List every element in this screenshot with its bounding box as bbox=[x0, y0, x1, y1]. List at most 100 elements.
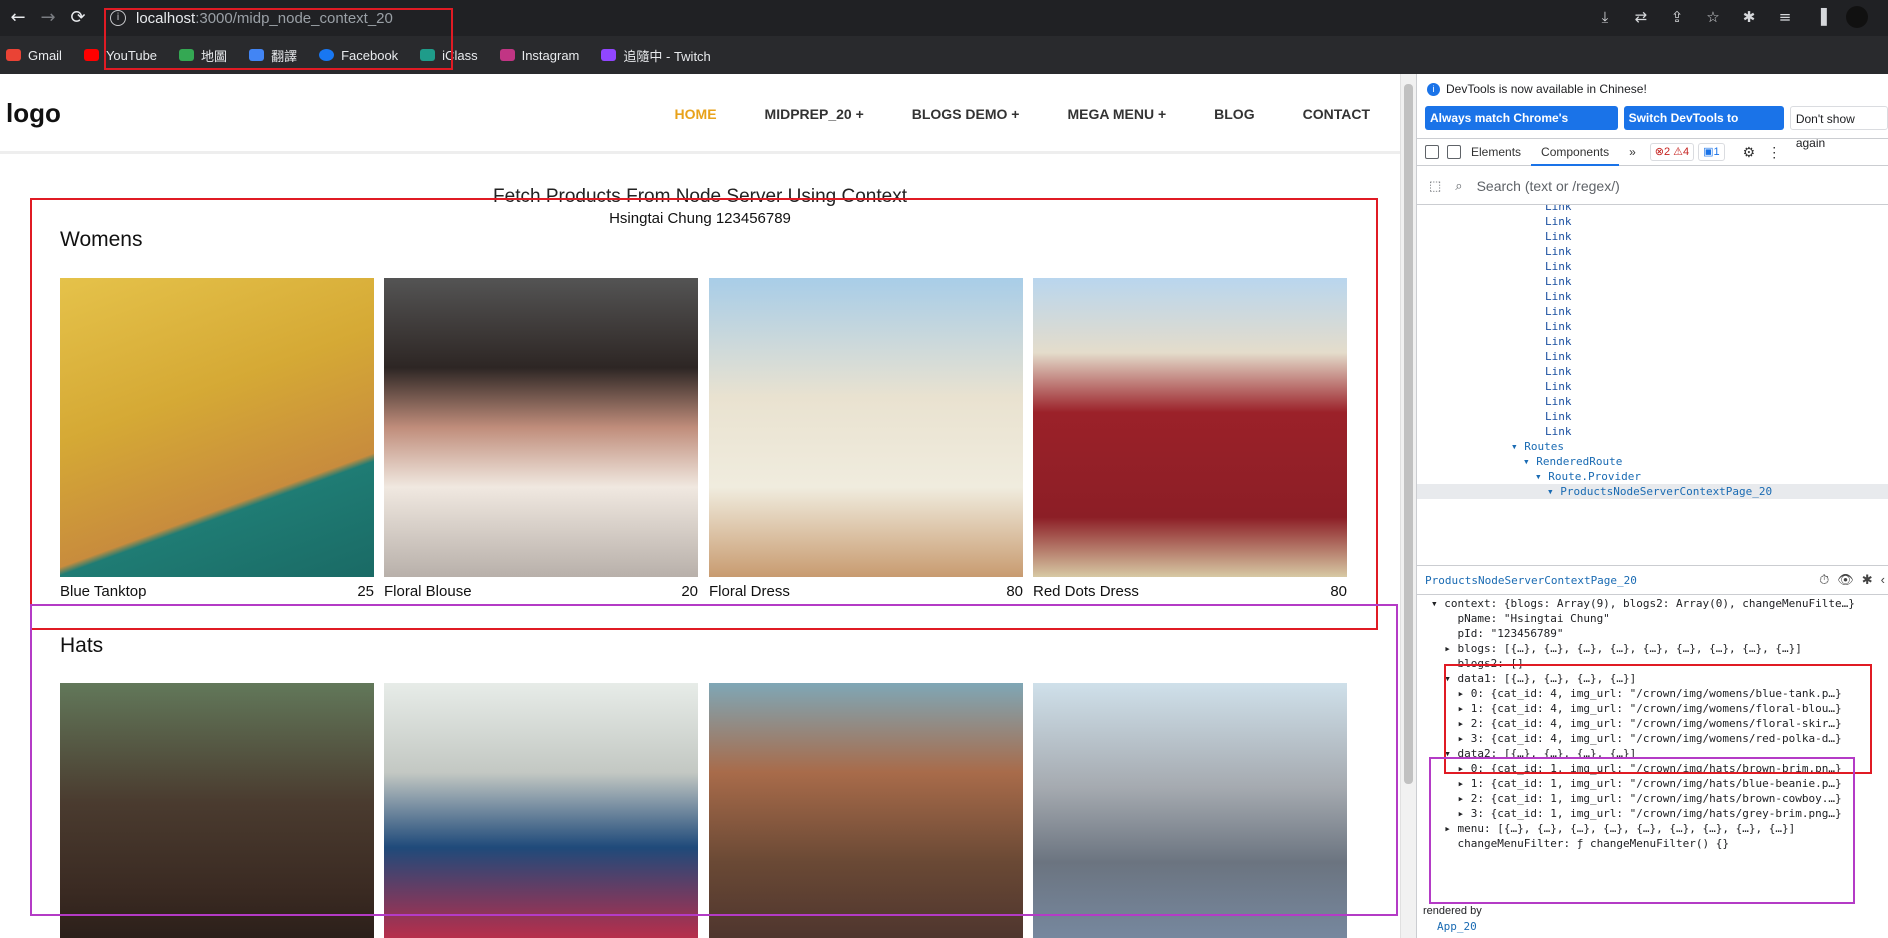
product-card[interactable] bbox=[709, 683, 1023, 938]
tree-node-link[interactable]: Link bbox=[1417, 289, 1888, 304]
tree-node-link[interactable]: Link bbox=[1417, 304, 1888, 319]
prop-row[interactable]: ▸ menu: [{…}, {…}, {…}, {…}, {…}, {…}, {… bbox=[1417, 821, 1888, 836]
product-card[interactable] bbox=[1033, 683, 1347, 938]
product-card[interactable]: Floral Dress 80 bbox=[709, 278, 1023, 600]
rendered-by-value[interactable]: App_20 bbox=[1437, 920, 1477, 933]
bug-icon[interactable]: ✱ bbox=[1862, 572, 1873, 588]
product-image[interactable] bbox=[709, 683, 1023, 938]
tree-node-link[interactable]: Link bbox=[1417, 229, 1888, 244]
product-image[interactable] bbox=[709, 278, 1023, 577]
scroll-thumb[interactable] bbox=[1404, 84, 1413, 784]
tree-node-link[interactable]: Link bbox=[1417, 244, 1888, 259]
switch-chinese-button[interactable]: Switch DevTools to Chinese bbox=[1623, 106, 1784, 149]
more-options-icon[interactable]: ⋮ bbox=[1767, 144, 1781, 161]
bookmark-translate[interactable]: 翻譯 bbox=[249, 46, 297, 65]
site-logo[interactable]: logo bbox=[6, 98, 61, 129]
prop-row[interactable]: ▸ 2: {cat_id: 1, img_url: "/crown/img/ha… bbox=[1417, 791, 1888, 806]
tab-elements[interactable]: Elements bbox=[1461, 139, 1531, 166]
prop-row[interactable]: ▾ context: {blogs: Array(9), blogs2: Arr… bbox=[1417, 596, 1888, 611]
prop-row[interactable]: ▸ 3: {cat_id: 1, img_url: "/crown/img/ha… bbox=[1417, 806, 1888, 821]
product-image[interactable] bbox=[384, 683, 698, 938]
tree-node-link[interactable]: Link bbox=[1417, 214, 1888, 229]
product-image[interactable] bbox=[60, 278, 374, 577]
reload-button[interactable]: ⟳ bbox=[66, 6, 90, 30]
timer-icon[interactable]: ⏱ bbox=[1819, 572, 1829, 588]
dont-show-button[interactable]: Don't show again bbox=[1789, 106, 1888, 150]
share-icon[interactable]: ⇪ bbox=[1666, 6, 1688, 28]
component-search[interactable]: ⬚ ⌕ Search (text or /regex/) bbox=[1417, 167, 1888, 205]
select-element-icon[interactable]: ⬚ bbox=[1429, 178, 1441, 194]
inspect-icon[interactable] bbox=[1425, 145, 1439, 159]
prop-row[interactable]: ▸ 3: {cat_id: 4, img_url: "/crown/img/wo… bbox=[1417, 731, 1888, 746]
prop-row[interactable]: ▾ data2: [{…}, {…}, {…}, {…}] bbox=[1417, 746, 1888, 761]
menu-mega-menu[interactable]: MEGA MENU + bbox=[1067, 106, 1166, 122]
bookmark-gmail[interactable]: Gmail bbox=[6, 48, 62, 63]
tab-components[interactable]: Components bbox=[1531, 139, 1620, 166]
settings-icon[interactable]: ⚙ bbox=[1743, 144, 1756, 161]
match-language-button[interactable]: Always match Chrome's language bbox=[1425, 106, 1618, 149]
bookmark-instagram[interactable]: Instagram bbox=[499, 48, 579, 63]
menu-midprep[interactable]: MIDPREP_20 + bbox=[765, 106, 864, 122]
prop-row[interactable]: ▸ 0: {cat_id: 4, img_url: "/crown/img/wo… bbox=[1417, 686, 1888, 701]
prop-row[interactable]: changeMenuFilter: ƒ changeMenuFilter() {… bbox=[1417, 836, 1888, 851]
prop-row[interactable]: blogs2: [] bbox=[1417, 656, 1888, 671]
menu-blogs-demo[interactable]: BLOGS DEMO + bbox=[912, 106, 1020, 122]
tree-node-rendered-route[interactable]: ▾ RenderedRoute bbox=[1417, 454, 1888, 469]
url-text[interactable]: localhost:3000/midp_node_context_20 bbox=[136, 10, 393, 27]
site-info-icon[interactable]: i bbox=[110, 10, 126, 26]
bookmark-facebook[interactable]: Facebook bbox=[319, 48, 398, 63]
tree-node-link[interactable]: Link bbox=[1417, 205, 1888, 214]
tree-node-link[interactable]: Link bbox=[1417, 424, 1888, 439]
tree-node-link[interactable]: Link bbox=[1417, 409, 1888, 424]
product-card[interactable] bbox=[384, 683, 698, 938]
messages-badge[interactable]: ▣1 bbox=[1698, 143, 1725, 161]
prop-row[interactable]: ▸ 1: {cat_id: 4, img_url: "/crown/img/wo… bbox=[1417, 701, 1888, 716]
prop-row[interactable]: ▾ data1: [{…}, {…}, {…}, {…}] bbox=[1417, 671, 1888, 686]
tree-node-link[interactable]: Link bbox=[1417, 259, 1888, 274]
product-card[interactable]: Red Dots Dress 80 bbox=[1033, 278, 1347, 600]
more-tabs-button[interactable]: » bbox=[1619, 139, 1646, 166]
prop-row[interactable]: ▸ blogs: [{…}, {…}, {…}, {…}, {…}, {…}, … bbox=[1417, 641, 1888, 656]
profile-avatar[interactable] bbox=[1846, 6, 1868, 28]
tree-node-link[interactable]: Link bbox=[1417, 319, 1888, 334]
reading-list-icon[interactable]: ≡ bbox=[1774, 6, 1796, 28]
product-card[interactable]: Blue Tanktop 25 bbox=[60, 278, 374, 600]
menu-blog[interactable]: BLOG bbox=[1214, 106, 1254, 122]
tree-node-link[interactable]: Link bbox=[1417, 349, 1888, 364]
device-toggle-icon[interactable] bbox=[1447, 145, 1461, 159]
menu-home[interactable]: HOME bbox=[675, 106, 717, 122]
bookmark-iclass[interactable]: iClass bbox=[420, 48, 478, 63]
issues-badge[interactable]: ⊗2 ⚠4 bbox=[1649, 143, 1695, 161]
prop-row[interactable]: pName: "Hsingtai Chung" bbox=[1417, 611, 1888, 626]
eye-icon[interactable]: 👁 bbox=[1837, 572, 1854, 588]
prop-row[interactable]: ▸ 1: {cat_id: 1, img_url: "/crown/img/ha… bbox=[1417, 776, 1888, 791]
prop-row[interactable]: ▸ 2: {cat_id: 4, img_url: "/crown/img/wo… bbox=[1417, 716, 1888, 731]
code-icon[interactable]: ‹ bbox=[1881, 572, 1885, 588]
product-card[interactable] bbox=[60, 683, 374, 938]
bookmark-maps[interactable]: 地圖 bbox=[179, 46, 227, 65]
translate-icon[interactable]: ⇄ bbox=[1630, 6, 1652, 28]
forward-button[interactable]: → bbox=[36, 6, 60, 30]
prop-row[interactable]: ▸ 0: {cat_id: 1, img_url: "/crown/img/ha… bbox=[1417, 761, 1888, 776]
tree-node-link[interactable]: Link bbox=[1417, 334, 1888, 349]
product-image[interactable] bbox=[384, 278, 698, 577]
product-image[interactable] bbox=[1033, 278, 1347, 577]
tree-node-link[interactable]: Link bbox=[1417, 394, 1888, 409]
back-button[interactable]: ← bbox=[6, 6, 30, 30]
side-panel-icon[interactable]: ▐ bbox=[1810, 6, 1832, 28]
product-image[interactable] bbox=[60, 683, 374, 938]
tree-node-route-provider[interactable]: ▾ Route.Provider bbox=[1417, 469, 1888, 484]
tree-node-selected[interactable]: ▾ ProductsNodeServerContextPage_20 bbox=[1417, 484, 1888, 499]
extensions-icon[interactable]: ✱ bbox=[1738, 6, 1760, 28]
tree-node-link[interactable]: Link bbox=[1417, 274, 1888, 289]
prop-row[interactable]: pId: "123456789" bbox=[1417, 626, 1888, 641]
page-scrollbar[interactable] bbox=[1400, 74, 1416, 938]
bookmark-youtube[interactable]: YouTube bbox=[83, 48, 157, 63]
product-image[interactable] bbox=[1033, 683, 1347, 938]
bookmark-twitch[interactable]: 追隨中 - Twitch bbox=[601, 46, 711, 65]
menu-contact[interactable]: CONTACT bbox=[1303, 106, 1370, 122]
address-bar[interactable]: i localhost:3000/midp_node_context_20 bbox=[104, 4, 704, 32]
bookmark-star-icon[interactable]: ☆ bbox=[1702, 6, 1724, 28]
tree-node-link[interactable]: Link bbox=[1417, 379, 1888, 394]
install-icon[interactable]: ⤓ bbox=[1594, 6, 1616, 28]
